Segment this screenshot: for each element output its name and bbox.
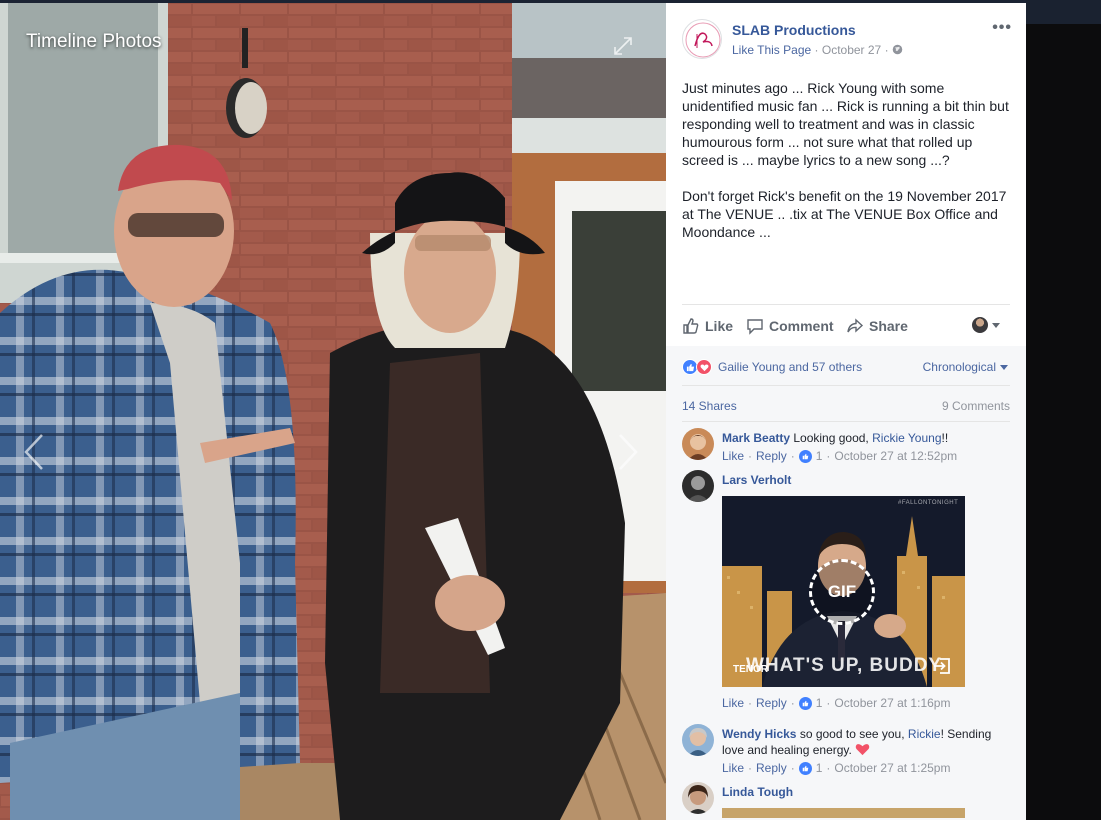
- comment-icon: [747, 319, 763, 335]
- shares-count-link[interactable]: 14 Shares: [682, 399, 737, 413]
- comment-item: Linda Tough: [682, 782, 1012, 820]
- like-reaction-icon: [798, 449, 812, 463]
- comment-actions: Like · Reply · 1 · October 27 at 12:52pm: [722, 448, 958, 464]
- comment-body: Lars Verholt: [722, 472, 1012, 488]
- avatar[interactable]: [682, 428, 714, 460]
- comment-body: Linda Tough: [722, 784, 1012, 800]
- comment-author-link[interactable]: Linda Tough: [722, 785, 793, 799]
- post-header: SLAB Productions Like This Page · Octobe…: [682, 19, 1012, 61]
- comment-like-count[interactable]: 1: [816, 448, 823, 464]
- comment-reply-link[interactable]: Reply: [756, 760, 787, 776]
- comment-like-link[interactable]: Like: [722, 448, 744, 464]
- heart-icon: [855, 744, 870, 756]
- comment-actions: Like · Reply · 1 · October 27 at 1:25pm: [722, 760, 951, 776]
- comment-text: so good to see you,: [796, 727, 908, 741]
- like-button[interactable]: Like: [682, 317, 733, 335]
- comment-text: Looking good,: [790, 431, 873, 445]
- mention-link[interactable]: Rickie: [908, 727, 941, 741]
- slab-logo-icon: [685, 22, 721, 58]
- previous-photo-icon[interactable]: [24, 433, 44, 476]
- post-as-selector[interactable]: [972, 317, 1000, 333]
- comment-time-link[interactable]: October 27 at 1:16pm: [834, 696, 950, 710]
- comment-author-link[interactable]: Mark Beatty: [722, 431, 790, 445]
- comment-body: Mark Beatty Looking good, Rickie Young!!…: [722, 430, 1012, 464]
- reactions-row: Gailie Young and 57 others Chronological: [682, 346, 1010, 386]
- photo-title: Timeline Photos: [26, 31, 162, 52]
- page-avatar[interactable]: [682, 19, 722, 59]
- comment-reply-link[interactable]: Reply: [756, 448, 787, 464]
- comment-label: Comment: [769, 318, 834, 334]
- more-options-icon[interactable]: •••: [992, 19, 1012, 37]
- comment-text: !!: [941, 431, 949, 445]
- gif-source-label: TENOR: [733, 664, 768, 675]
- share-icon: [847, 318, 864, 333]
- post-meta: Like This Page · October 27 ·: [732, 43, 903, 57]
- avatar[interactable]: [682, 782, 714, 814]
- comment-body: Wendy Hicks so good to see you, Rickie! …: [722, 726, 1012, 776]
- photo-viewer: Timeline Photos SLAB Productions Like Th…: [0, 0, 1101, 820]
- love-reaction-icon: [696, 359, 712, 375]
- share-label: Share: [869, 318, 908, 334]
- share-button[interactable]: Share: [846, 317, 908, 335]
- comment-time-link[interactable]: October 27 at 1:25pm: [834, 760, 950, 776]
- photo-image: [0, 3, 666, 820]
- meta-separator: ·: [814, 43, 822, 57]
- post-paragraph: Don't forget Rick's benefit on the 19 No…: [682, 188, 1007, 240]
- like-page-link[interactable]: Like This Page: [732, 43, 811, 57]
- reactions-summary[interactable]: Gailie Young and 57 others: [718, 360, 862, 374]
- meta-separator: ·: [884, 43, 892, 57]
- gif-attachment[interactable]: [722, 808, 965, 818]
- comment-order-dropdown[interactable]: Chronological: [923, 360, 1008, 374]
- post-message: Just minutes ago ... Rick Young with som…: [682, 79, 1012, 259]
- next-photo-icon[interactable]: [618, 433, 638, 476]
- gif-caption: WHAT'S UP, BUDDY: [746, 655, 943, 676]
- comments-count: 9 Comments: [941, 399, 1010, 413]
- comment-item: Mark Beatty Looking good, Rickie Young!!…: [682, 428, 1012, 472]
- comment-button[interactable]: Comment: [746, 317, 834, 335]
- post-sidebar: SLAB Productions Like This Page · Octobe…: [666, 3, 1026, 820]
- share-count-row: 14 Shares 9 Comments: [682, 386, 1010, 422]
- post-paragraph: Just minutes ago ... Rick Young with som…: [682, 80, 1009, 168]
- comment-author-link[interactable]: Wendy Hicks: [722, 727, 796, 741]
- comment-reply-link[interactable]: Reply: [756, 696, 787, 710]
- comment-item: Wendy Hicks so good to see you, Rickie! …: [682, 724, 1012, 780]
- globe-icon: [892, 44, 903, 55]
- comment-like-link[interactable]: Like: [722, 760, 744, 776]
- page-name-link[interactable]: SLAB Productions: [732, 22, 856, 38]
- open-external-icon[interactable]: [932, 656, 952, 681]
- like-reaction-icon: [798, 696, 812, 710]
- like-reaction-icon: [798, 761, 812, 775]
- comment-author-link[interactable]: Lars Verholt: [722, 473, 791, 487]
- comment-time-link[interactable]: October 27 at 12:52pm: [834, 448, 957, 464]
- gif-attachment[interactable]: #FALLONTONIGHT GIF WHAT'S UP, BUDDY TENO…: [722, 496, 965, 687]
- chevron-down-icon: [1000, 364, 1008, 370]
- comment-like-count[interactable]: 1: [816, 696, 823, 710]
- comment-item: Lars Verholt #FALLONTONIGHT GIF WHAT'S U…: [682, 470, 1012, 720]
- comment-actions: Like · Reply · 1 · October 27 at 1:16pm: [722, 696, 951, 710]
- avatar[interactable]: [682, 470, 714, 502]
- thumbs-up-icon: [683, 318, 699, 334]
- backdrop[interactable]: [1026, 0, 1101, 820]
- like-label: Like: [705, 318, 734, 334]
- comment-like-count[interactable]: 1: [816, 760, 823, 776]
- expand-icon[interactable]: [614, 37, 632, 60]
- reaction-icons[interactable]: [682, 359, 712, 375]
- comments-section: Gailie Young and 57 others Chronological…: [666, 346, 1026, 820]
- post-date-link[interactable]: October 27: [822, 43, 881, 57]
- action-bar: Like Comment Share: [682, 304, 1010, 344]
- comment-like-link[interactable]: Like: [722, 696, 744, 710]
- show-watermark: #FALLONTONIGHT: [898, 500, 959, 506]
- gif-play-badge[interactable]: GIF: [809, 559, 875, 625]
- backdrop-top: [1026, 0, 1101, 24]
- photo[interactable]: Timeline Photos: [0, 3, 666, 820]
- avatar[interactable]: [682, 724, 714, 756]
- chevron-down-icon: [992, 322, 1000, 328]
- comment-order-label: Chronological: [922, 360, 996, 374]
- viewer-avatar: [972, 317, 988, 333]
- mention-link[interactable]: Rickie Young: [872, 431, 941, 445]
